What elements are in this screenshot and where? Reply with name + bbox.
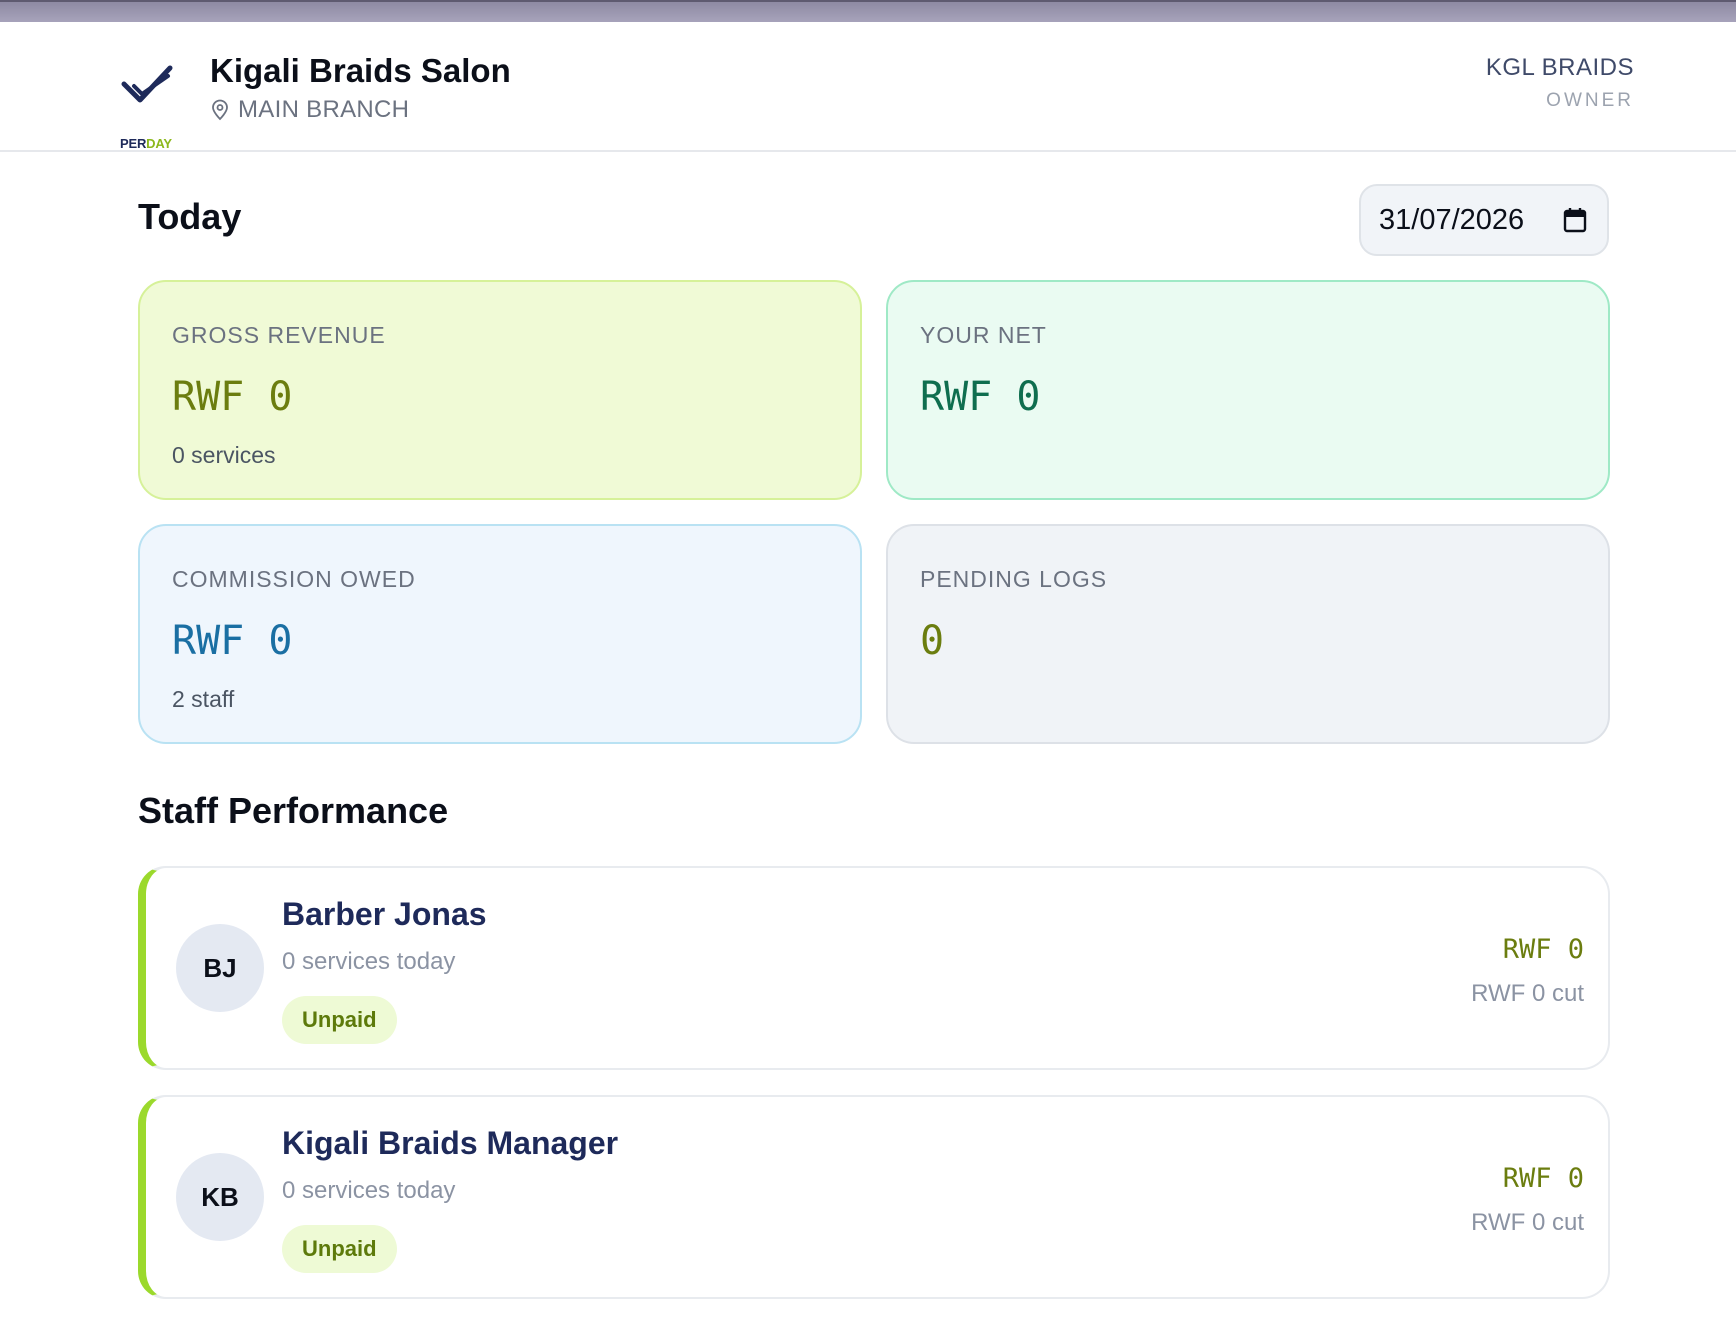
card-value: RWF 0	[920, 374, 1041, 420]
org-name: Kigali Braids Salon	[210, 52, 511, 89]
status-badge: Unpaid	[282, 1225, 397, 1273]
app-header: PERDAY Kigali Braids Salon MAIN BRANCH K…	[0, 22, 1736, 152]
staff-name: Kigali Braids Manager	[282, 1125, 619, 1161]
card-sub: 2 staff	[172, 686, 235, 712]
perday-logo[interactable]: PERDAY	[118, 62, 178, 151]
card-value: 0	[920, 618, 945, 664]
date-picker[interactable]: 31/07/2026	[1359, 184, 1609, 256]
card-label: GROSS REVENUE	[172, 322, 386, 348]
pending-logs-card[interactable]: PENDING LOGS 0	[886, 524, 1610, 744]
avatar: BJ	[176, 924, 264, 1012]
today-heading: Today	[138, 196, 242, 237]
staff-services-count: 0 services today	[282, 948, 456, 975]
card-value: RWF 0	[172, 374, 293, 420]
staff-amount: RWF 0	[1502, 1163, 1584, 1194]
user-name[interactable]: KGL BRAIDS	[1486, 54, 1634, 82]
user-role: OWNER	[1546, 90, 1634, 111]
card-label: PENDING LOGS	[920, 566, 1108, 592]
logo-per: PER	[120, 136, 147, 151]
double-check-icon	[121, 65, 173, 103]
staff-services-count: 0 services today	[282, 1177, 456, 1204]
branch-name: MAIN BRANCH	[238, 96, 410, 123]
card-label: COMMISSION OWED	[172, 566, 416, 592]
staff-cut: RWF 0 cut	[1471, 1209, 1584, 1236]
date-value: 31/07/2026	[1379, 203, 1525, 236]
branch-selector[interactable]: MAIN BRANCH	[210, 96, 409, 124]
gross-revenue-card: GROSS REVENUE RWF 0 0 services	[138, 280, 862, 500]
staff-row[interactable]: BJ Barber Jonas 0 services today Unpaid …	[138, 866, 1610, 1070]
map-pin-icon	[212, 99, 228, 121]
staff-row[interactable]: KB Kigali Braids Manager 0 services toda…	[138, 1095, 1610, 1299]
staff-name: Barber Jonas	[282, 896, 487, 932]
your-net-card: YOUR NET RWF 0	[886, 280, 1610, 500]
logo-wordmark: PERDAY	[120, 136, 172, 151]
status-badge: Unpaid	[282, 996, 397, 1044]
logo-day: DAY	[146, 136, 172, 151]
card-label: YOUR NET	[920, 322, 1047, 348]
staff-cut: RWF 0 cut	[1471, 980, 1584, 1007]
commission-owed-card: COMMISSION OWED RWF 0 2 staff	[138, 524, 862, 744]
window-top-bar	[0, 0, 1736, 22]
calendar-icon[interactable]	[1563, 207, 1587, 233]
staff-amount: RWF 0	[1502, 934, 1584, 965]
staff-performance-heading: Staff Performance	[138, 790, 449, 831]
card-sub: 0 services	[172, 442, 276, 468]
avatar: KB	[176, 1153, 264, 1241]
card-value: RWF 0	[172, 618, 293, 664]
